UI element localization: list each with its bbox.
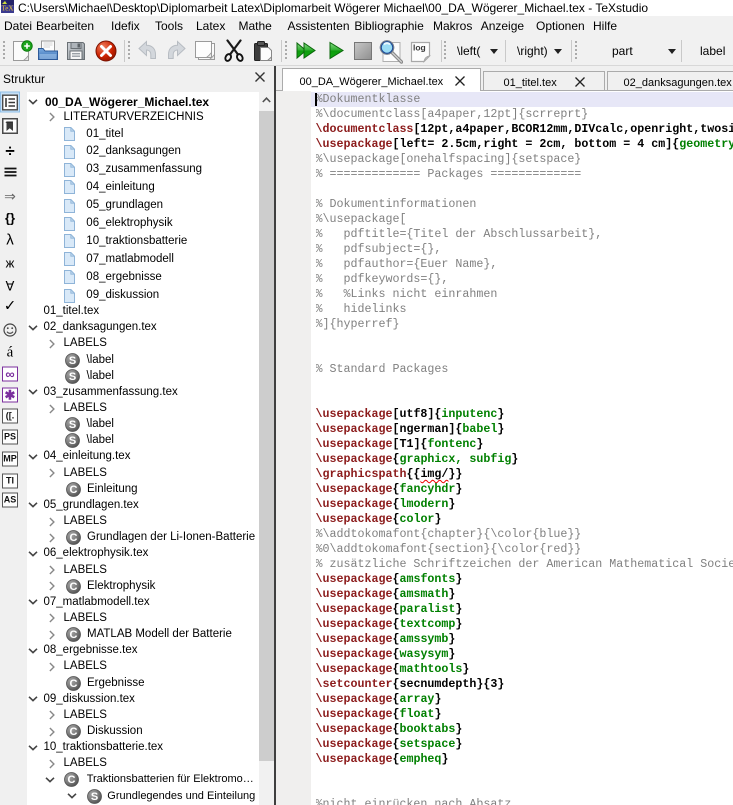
svg-text:S: S: [69, 435, 76, 447]
svg-text:S: S: [91, 791, 98, 803]
svg-text:C: C: [69, 581, 77, 593]
svg-text:C: C: [69, 484, 77, 496]
svg-text:C: C: [68, 775, 76, 787]
svg-text:C: C: [69, 532, 77, 544]
svg-text:S: S: [69, 419, 76, 431]
svg-text:S: S: [69, 371, 76, 383]
svg-text:C: C: [69, 726, 77, 738]
svg-text:S: S: [69, 355, 76, 367]
svg-text:C: C: [69, 678, 77, 690]
svg-text:C: C: [69, 629, 77, 641]
